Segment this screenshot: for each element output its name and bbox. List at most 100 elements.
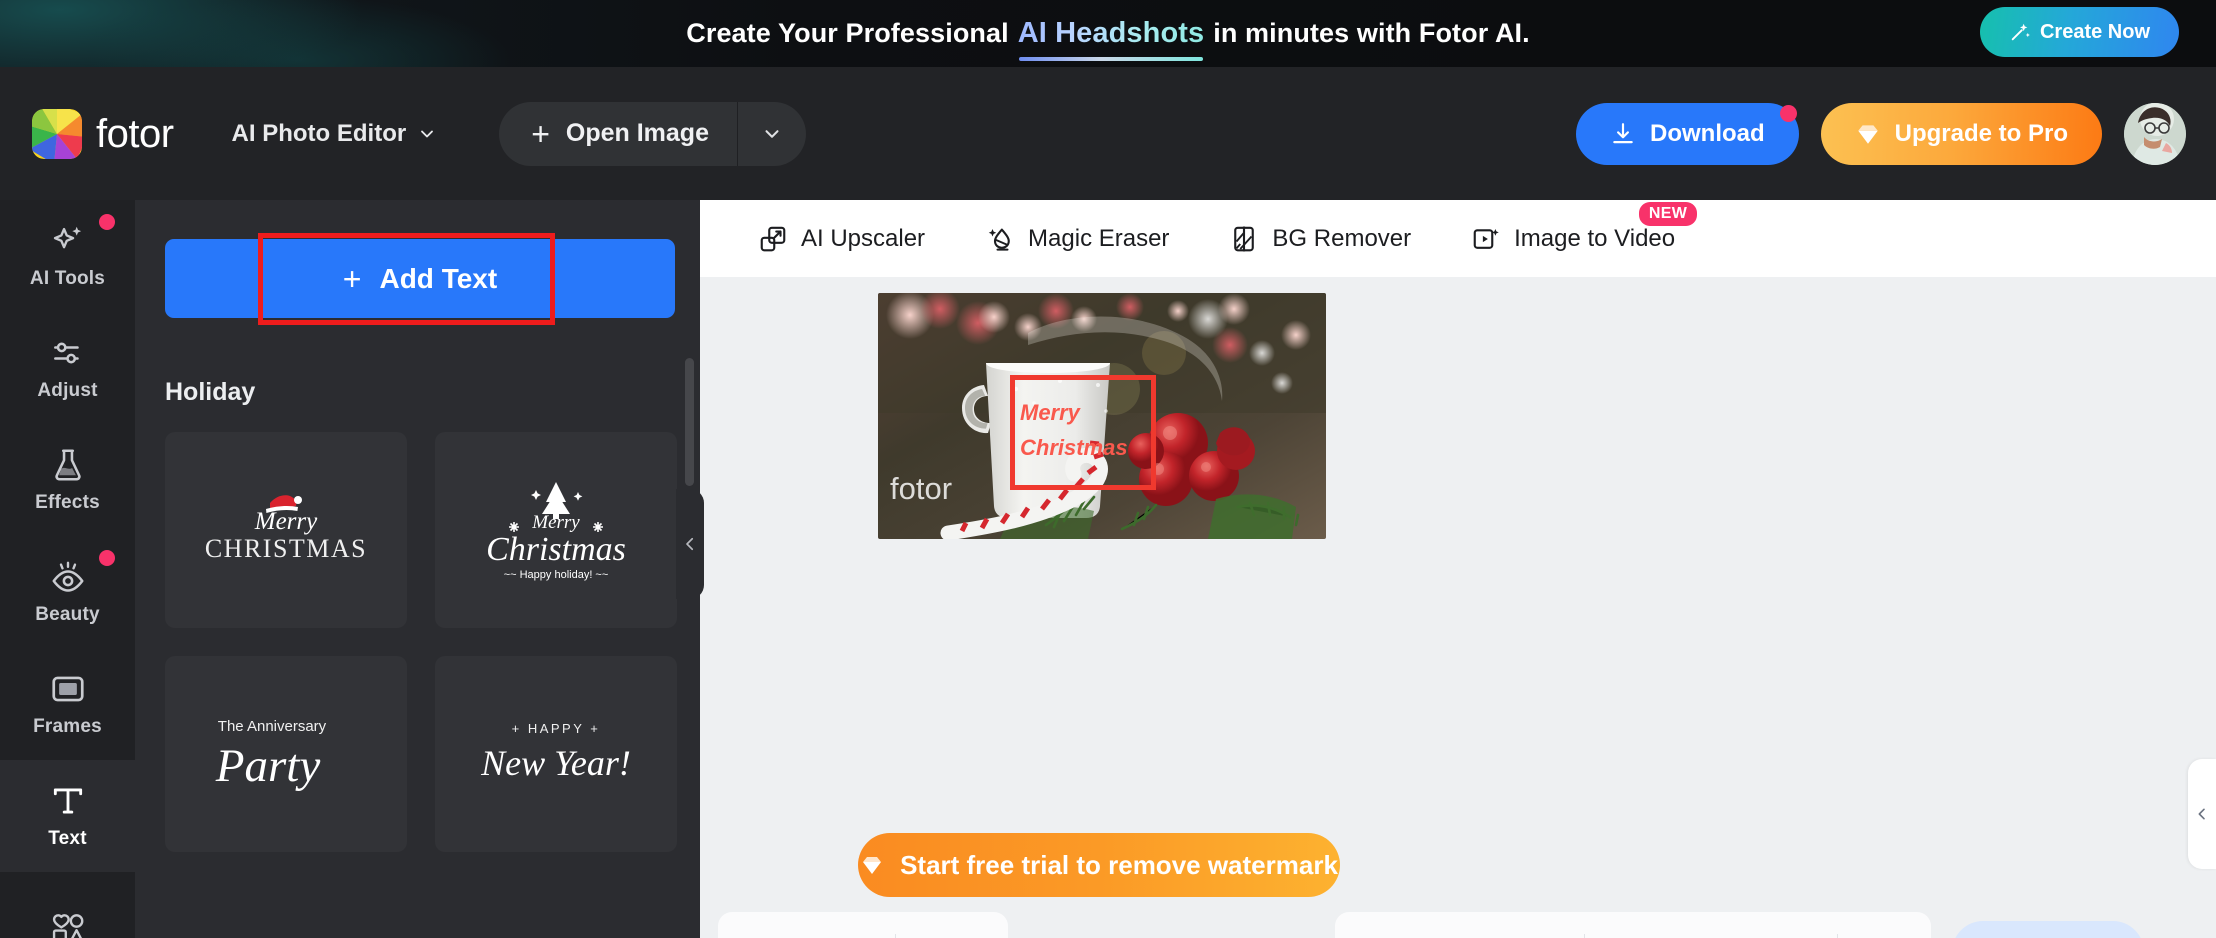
download-button[interactable]: Download [1576, 102, 1799, 165]
editor-main-area: AI Upscaler Magic Eraser BG Remover Imag… [700, 200, 2216, 938]
diamond-icon [1857, 124, 1878, 144]
beauty-badge-dot [99, 550, 115, 566]
sparkles-icon [53, 226, 81, 249]
download-icon [1613, 122, 1633, 143]
tool-label-bg-remover: BG Remover [1272, 224, 1412, 252]
template-card-happy-new-year[interactable]: + HAPPY + New Year! [435, 656, 677, 852]
svg-text:fotor: fotor [890, 471, 952, 506]
eye-icon [51, 561, 84, 592]
zoom-in-button[interactable]: + [1773, 934, 1811, 938]
anniversary-party-preview: The Anniversary Party [215, 718, 327, 792]
svg-text:Merry: Merry [254, 508, 318, 535]
template-card-merry-christmas-tree[interactable]: Merry Christmas ~~ Happy holiday! ~~ [435, 432, 677, 628]
promo-highlight-text: AI Headshots [1017, 17, 1205, 49]
quick-tools-toolbar: AI Upscaler Magic Eraser BG Remover Imag… [700, 200, 2216, 277]
svg-text:Merry: Merry [531, 512, 580, 533]
right-panel-toggle[interactable] [2188, 759, 2216, 869]
open-image-button-group: + Open Image [499, 101, 806, 166]
add-text-label: Add Text [379, 262, 498, 294]
sidebar-item-frames[interactable]: Frames [0, 648, 135, 760]
tool-image-to-video[interactable]: Image to Video NEW [1441, 200, 1705, 277]
flask-icon [54, 449, 81, 481]
app-header: fotor AI Photo Editor + Open Image Downl… [0, 67, 2216, 200]
upgrade-label: Upgrade to Pro [1894, 119, 2068, 147]
sidebar-item-beauty[interactable]: Beauty [0, 536, 135, 648]
image-to-video-new-badge: NEW [1638, 202, 1698, 226]
open-image-plus-icon: + [531, 115, 550, 152]
panel-section-heading: Holiday [165, 378, 256, 406]
tool-label-image-to-video: Image to Video [1514, 224, 1676, 252]
eraser-drop-icon [988, 228, 1010, 251]
tool-label-ai-upscaler: AI Upscaler [801, 224, 926, 252]
editor-mode-selector[interactable]: AI Photo Editor [232, 120, 438, 148]
tool-magic-eraser[interactable]: Magic Eraser [955, 200, 1199, 277]
merry-christmas-hat-preview: Merry CHRISTMAS [205, 495, 367, 563]
help-button[interactable]: Help [1952, 921, 2144, 938]
header-actions: Download Upgrade to Pro [1576, 67, 2186, 200]
overlay-text-line2: Christmas [1020, 435, 1128, 461]
tool-bg-remover[interactable]: BG Remover [1199, 200, 1441, 277]
svg-text:Christmas: Christmas [486, 531, 626, 568]
sidebar-label-ai-tools: AI Tools [29, 268, 106, 289]
image-to-video-icon [1473, 228, 1499, 249]
create-now-label: Create Now [2039, 20, 2151, 43]
sidebar-item-ai-tools[interactable]: AI Tools [0, 200, 135, 312]
elements-shapes-icon [52, 914, 83, 938]
svg-text:The Anniversary: The Anniversary [218, 718, 327, 735]
avatar[interactable] [2124, 102, 2186, 165]
left-tool-rail: AI Tools Adjust Effects Beauty Frames Te… [0, 200, 135, 938]
collapse-panel-button[interactable] [676, 489, 704, 599]
history-button[interactable] [926, 934, 960, 938]
merry-christmas-tree-preview: Merry Christmas ~~ Happy holiday! ~~ [486, 482, 626, 581]
sidebar-label-adjust: Adjust [37, 380, 98, 401]
template-grid: Merry CHRISTMAS Merry Christmas ~~ Happy… [165, 432, 677, 852]
sidebar-label-text: Text [48, 828, 87, 849]
open-image-dropdown-button[interactable] [738, 102, 806, 166]
canvas-area[interactable]: fotor Merry Christmas Start free trial t… [700, 277, 2216, 938]
add-text-button[interactable]: + Add Text [165, 239, 675, 318]
sidebar-item-elements[interactable] [0, 872, 135, 938]
history-toolbar [718, 912, 1008, 938]
svg-text:~~ Happy holiday! ~~: ~~ Happy holiday! ~~ [504, 569, 609, 581]
sliders-icon [53, 342, 79, 364]
history-clock-icon [926, 934, 960, 938]
brand-name: fotor [96, 111, 174, 156]
tool-label-magic-eraser: Magic Eraser [1028, 224, 1170, 252]
fotor-photo-editor-window: Create Your Professional AI Headshots in… [0, 0, 2216, 938]
create-now-button[interactable]: Create Now [1980, 7, 2179, 57]
open-image-label: Open Image [565, 119, 709, 147]
panel-scrollbar-thumb[interactable] [685, 358, 694, 486]
zoom-divider-2 [1836, 934, 1838, 938]
sidebar-item-effects[interactable]: Effects [0, 424, 135, 536]
bg-remove-icon [1234, 226, 1255, 251]
template-card-anniversary-party[interactable]: The Anniversary Party [165, 656, 407, 852]
text-panel: + Add Text Holiday Merry CHRISTMAS Merry… [135, 200, 700, 938]
fotor-color-wheel-icon [32, 108, 82, 159]
sparkle-wand-icon [2011, 23, 2030, 41]
sidebar-label-effects: Effects [35, 492, 100, 513]
chevron-down-icon [421, 130, 434, 137]
svg-text:Party: Party [215, 740, 321, 792]
start-free-trial-button[interactable]: Start free trial to remove watermark [858, 833, 1340, 897]
diamond-icon [863, 857, 882, 874]
sidebar-item-text[interactable]: Text [0, 760, 135, 872]
open-image-button[interactable]: + Open Image [499, 102, 737, 166]
overlay-text-line1: Merry [1020, 400, 1080, 425]
tool-ai-upscaler[interactable]: AI Upscaler [728, 200, 955, 277]
template-card-merry-christmas-hat[interactable]: Merry CHRISTMAS [165, 432, 407, 628]
zoom-out-button[interactable]: − [1611, 934, 1649, 938]
sidebar-label-beauty: Beauty [35, 604, 100, 625]
svg-text:New Year!: New Year! [480, 743, 631, 783]
brand-logo[interactable]: fotor [32, 108, 174, 159]
start-free-trial-label: Start free trial to remove watermark [900, 849, 1338, 880]
sidebar-item-adjust[interactable]: Adjust [0, 312, 135, 424]
sidebar-label-frames: Frames [33, 716, 102, 737]
promo-highlight: AI Headshots [1017, 17, 1205, 61]
svg-text:+ HAPPY +: + HAPPY + [512, 721, 601, 736]
upgrade-to-pro-button[interactable]: Upgrade to Pro [1820, 102, 2102, 165]
svg-text:CHRISTMAS: CHRISTMAS [205, 534, 367, 563]
canvas-overlay-text[interactable]: Merry Christmas [1020, 395, 1142, 465]
redo-button[interactable] [831, 934, 865, 938]
undo-button[interactable] [767, 934, 801, 938]
promo-banner: Create Your Professional AI Headshots in… [0, 0, 2216, 67]
